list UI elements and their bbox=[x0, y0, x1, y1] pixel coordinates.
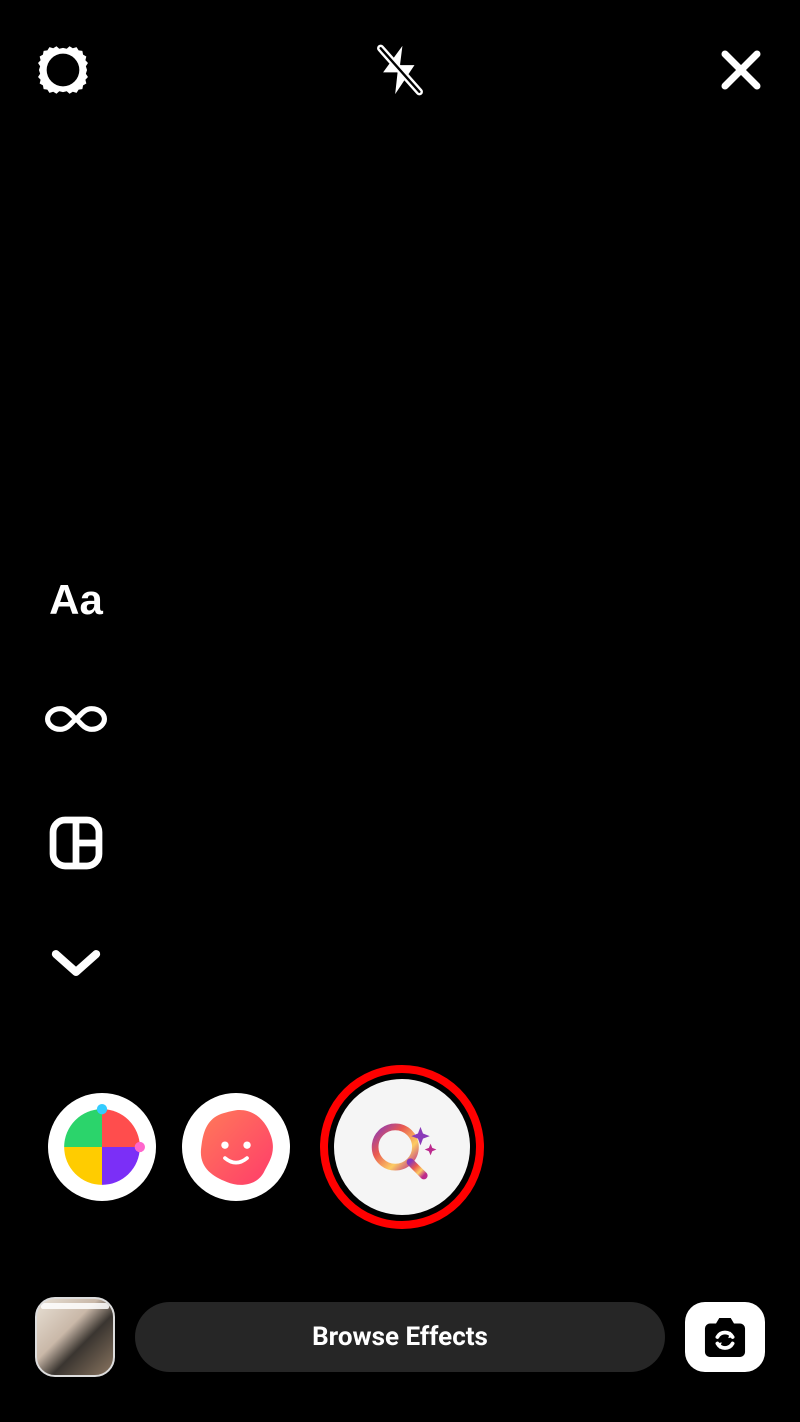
layout-button[interactable] bbox=[47, 814, 105, 872]
flash-off-icon bbox=[371, 41, 429, 99]
bottom-bar: Browse Effects bbox=[0, 1297, 800, 1377]
capture-button[interactable] bbox=[320, 1065, 484, 1229]
browse-effects-label: Browse Effects bbox=[312, 1322, 488, 1352]
settings-button[interactable] bbox=[35, 42, 91, 98]
switch-camera-button[interactable] bbox=[685, 1302, 765, 1372]
layout-icon bbox=[47, 814, 105, 872]
boomerang-button[interactable] bbox=[45, 699, 107, 739]
effect-blob-face[interactable] bbox=[182, 1093, 290, 1201]
browse-effects-button[interactable]: Browse Effects bbox=[135, 1302, 665, 1372]
effect-color-filter[interactable] bbox=[48, 1093, 156, 1201]
effects-carousel[interactable] bbox=[0, 1062, 800, 1232]
flash-toggle-button[interactable] bbox=[371, 41, 429, 99]
infinity-icon bbox=[45, 699, 107, 739]
close-button[interactable] bbox=[717, 46, 765, 94]
capture-inner bbox=[331, 1076, 473, 1218]
text-mode-button[interactable]: Aa bbox=[49, 576, 103, 624]
top-bar bbox=[0, 35, 800, 105]
settings-icon bbox=[35, 42, 91, 98]
more-tools-button[interactable] bbox=[49, 947, 103, 979]
close-icon bbox=[717, 46, 765, 94]
color-wheel-icon bbox=[59, 1104, 145, 1190]
gallery-button[interactable] bbox=[35, 1297, 115, 1377]
side-tools: Aa bbox=[45, 576, 107, 979]
blob-face-icon bbox=[190, 1101, 282, 1193]
sparkle-search-icon bbox=[360, 1105, 444, 1189]
camera-switch-icon bbox=[699, 1314, 751, 1360]
chevron-down-icon bbox=[49, 947, 103, 979]
